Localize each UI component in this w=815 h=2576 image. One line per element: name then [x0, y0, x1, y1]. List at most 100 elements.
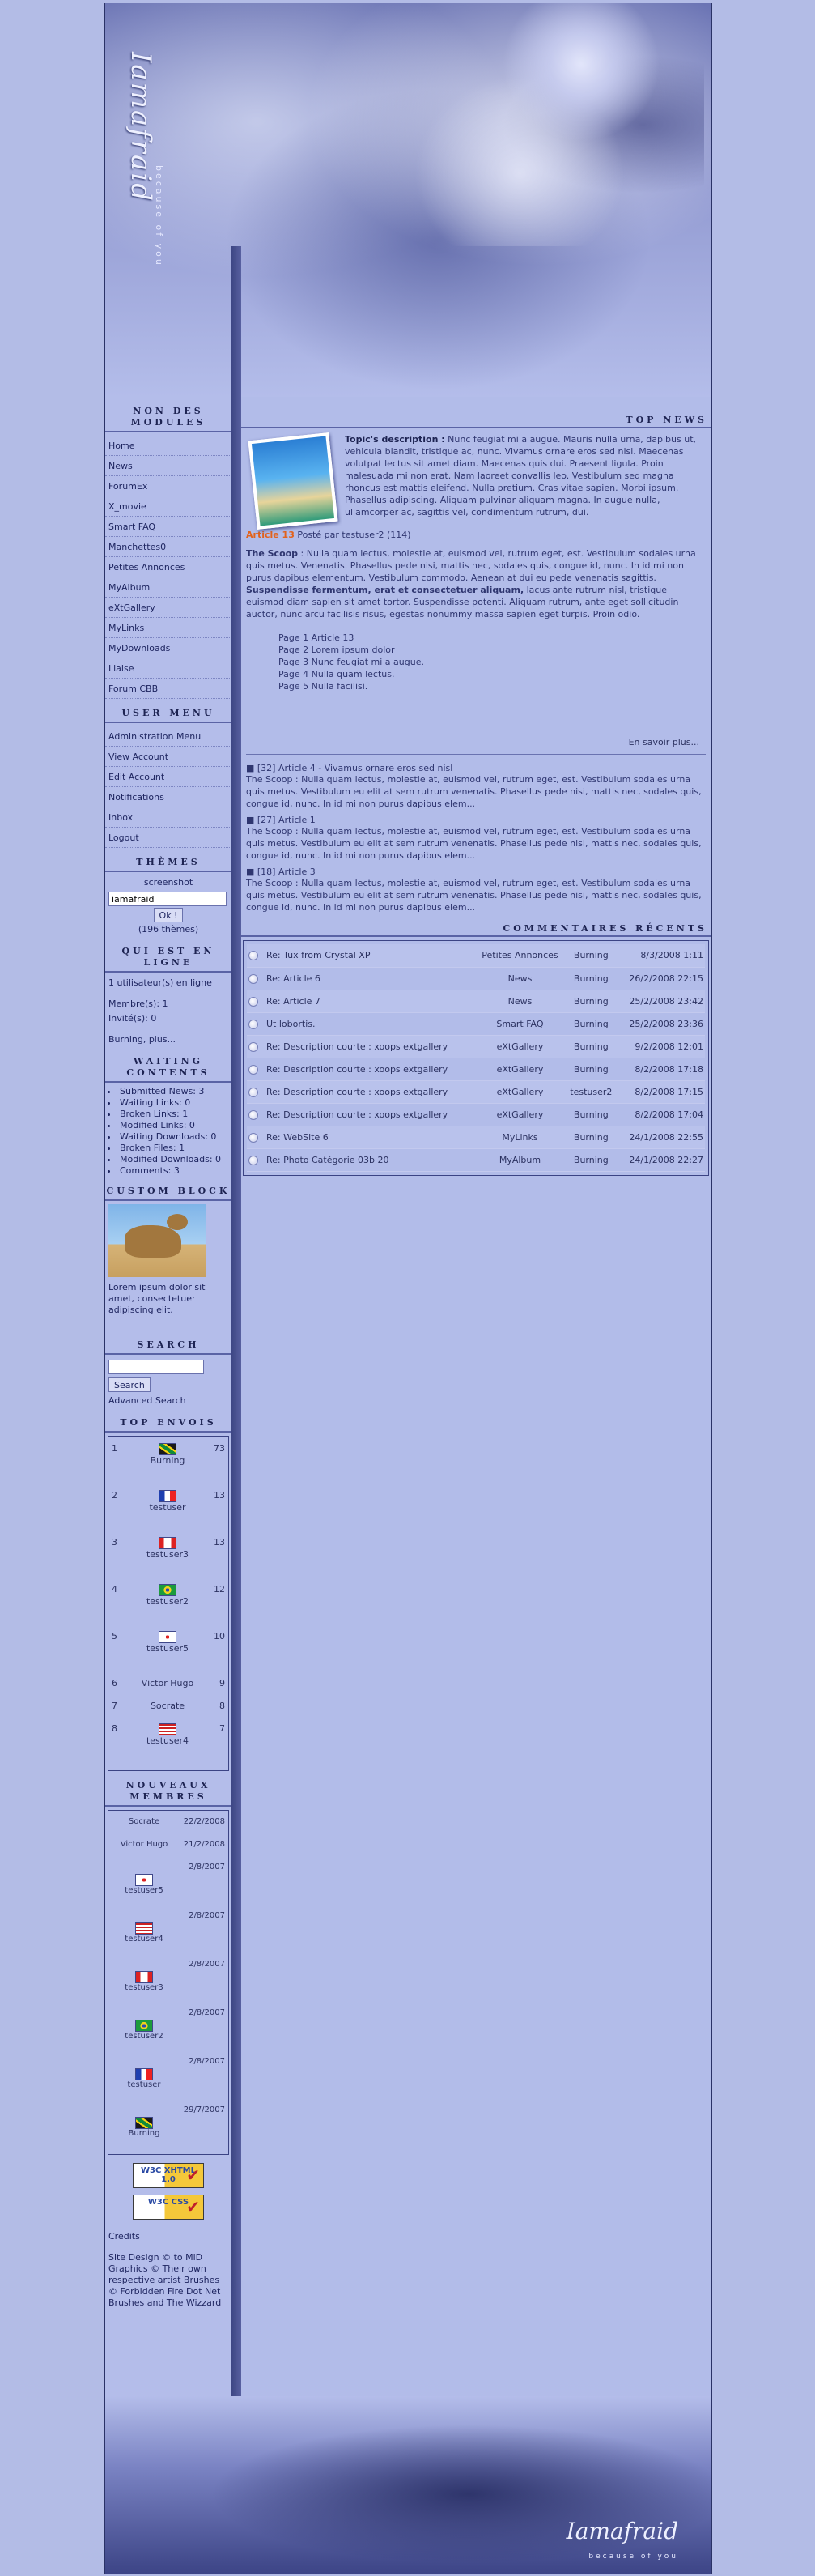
article-page-link[interactable]: Page 1 Article 13: [278, 632, 706, 644]
article-link[interactable]: Article 13: [246, 530, 295, 540]
comment-row[interactable]: Re: Article 7 News Burning 25/2/2008 23:42: [247, 990, 705, 1013]
comment-module[interactable]: Smart FAQ: [474, 1012, 566, 1036]
waiting-item[interactable]: Broken Files: 1: [118, 1143, 231, 1154]
article-summary-title[interactable]: ■ [18] Article 3: [246, 866, 706, 877]
comment-title[interactable]: Re: Description courte : xoops extgaller…: [265, 1058, 475, 1081]
advanced-search-link[interactable]: Advanced Search: [105, 1394, 231, 1408]
comment-user[interactable]: Burning: [565, 944, 618, 968]
article-page-link[interactable]: Page 3 Nunc feugiat mi a augue.: [278, 656, 706, 668]
main-menu-item[interactable]: News: [105, 456, 231, 476]
member-name[interactable]: testuser4: [112, 1935, 176, 1944]
member-name[interactable]: Socrate: [112, 1817, 176, 1826]
main-menu-item[interactable]: MyAlbum: [105, 577, 231, 598]
online-names[interactable]: Burning, plus...: [105, 1033, 231, 1047]
main-menu-item[interactable]: Manchettes0: [105, 537, 231, 557]
comment-module[interactable]: eXtGallery: [474, 1035, 566, 1058]
comment-title[interactable]: Re: Description courte : xoops extgaller…: [265, 1035, 475, 1058]
poster-name[interactable]: testuser2: [126, 1596, 209, 1607]
user-menu-item[interactable]: Edit Account: [105, 767, 231, 787]
main-menu-item[interactable]: Home: [105, 436, 231, 456]
comment-module[interactable]: eXtGallery: [474, 1103, 566, 1126]
article-summary-title-text[interactable]: [32] Article 4 - Vivamus ornare eros sed…: [257, 763, 452, 773]
waiting-item[interactable]: Waiting Links: 0: [118, 1097, 231, 1109]
main-menu-item[interactable]: Forum CBB: [105, 679, 231, 699]
theme-ok-button[interactable]: Ok !: [153, 908, 184, 922]
comment-module[interactable]: eXtGallery: [474, 1080, 566, 1104]
poster-name[interactable]: testuser3: [126, 1549, 209, 1560]
comment-title[interactable]: Re: Article 6: [265, 967, 475, 990]
member-name[interactable]: testuser3: [112, 1983, 176, 1992]
poster-name[interactable]: Burning: [126, 1455, 209, 1466]
article-page-link[interactable]: Page 4 Nulla quam lectus.: [278, 668, 706, 680]
css-valid-badge[interactable]: W3C CSS ✔: [133, 2195, 204, 2220]
site-title[interactable]: Iamafraid: [125, 52, 157, 202]
comment-user[interactable]: Burning: [565, 1035, 618, 1058]
poster-name[interactable]: testuser5: [126, 1643, 209, 1654]
member-name[interactable]: Victor Hugo: [112, 1840, 176, 1849]
comment-module[interactable]: MyLinks: [474, 1126, 566, 1149]
comment-title[interactable]: Re: Description courte : xoops extgaller…: [265, 1080, 475, 1104]
poster-name[interactable]: Victor Hugo: [126, 1678, 209, 1688]
main-menu-item[interactable]: MyLinks: [105, 618, 231, 638]
user-menu-item[interactable]: Inbox: [105, 807, 231, 828]
xhtml-valid-badge[interactable]: W3C XHTML 1.0 ✔: [133, 2163, 204, 2188]
comment-title[interactable]: Re: WebSite 6: [265, 1126, 475, 1149]
main-menu-item[interactable]: Smart FAQ: [105, 517, 231, 537]
member-name[interactable]: testuser: [112, 2080, 176, 2089]
main-menu-item[interactable]: X_movie: [105, 496, 231, 517]
comment-row[interactable]: Re: Description courte : xoops extgaller…: [247, 1035, 705, 1058]
comment-row[interactable]: Re: Article 6 News Burning 26/2/2008 22:15: [247, 967, 705, 990]
comment-user[interactable]: Burning: [565, 1126, 618, 1149]
search-button[interactable]: Search: [108, 1377, 151, 1392]
waiting-item[interactable]: Broken Links: 1: [118, 1109, 231, 1120]
comment-module[interactable]: Petites Annonces: [474, 944, 566, 968]
user-menu-item[interactable]: Administration Menu: [105, 726, 231, 747]
member-name[interactable]: testuser2: [112, 2032, 176, 2041]
comment-title[interactable]: Re: Description courte : xoops extgaller…: [265, 1103, 475, 1126]
read-more-link[interactable]: En savoir plus...: [246, 735, 706, 749]
article-summary-title[interactable]: ■ [32] Article 4 - Vivamus ornare eros s…: [246, 763, 706, 773]
main-menu-item[interactable]: Liaise: [105, 658, 231, 679]
user-menu-item[interactable]: Notifications: [105, 787, 231, 807]
comment-title[interactable]: Ut lobortis.: [265, 1012, 475, 1036]
member-name[interactable]: Burning: [112, 2129, 176, 2138]
article-page-link[interactable]: Page 2 Lorem ipsum dolor: [278, 644, 706, 656]
comment-title[interactable]: Re: Photo Catégorie 03b 20: [265, 1148, 475, 1172]
comment-user[interactable]: Burning: [565, 990, 618, 1013]
comment-row[interactable]: Re: Description courte : xoops extgaller…: [247, 1080, 705, 1104]
user-menu-item[interactable]: Logout: [105, 828, 231, 848]
article-page-link[interactable]: Page 5 Nulla facilisi.: [278, 680, 706, 692]
comment-user[interactable]: Burning: [565, 1148, 618, 1172]
theme-select[interactable]: [108, 892, 227, 906]
main-menu-item[interactable]: eXtGallery: [105, 598, 231, 618]
waiting-item[interactable]: Submitted News: 3: [118, 1086, 231, 1097]
comment-module[interactable]: MyAlbum: [474, 1148, 566, 1172]
waiting-item[interactable]: Waiting Downloads: 0: [118, 1131, 231, 1143]
main-menu-item[interactable]: Petites Annonces: [105, 557, 231, 577]
comment-row[interactable]: Re: Description courte : xoops extgaller…: [247, 1103, 705, 1126]
article-summary-title[interactable]: ■ [27] Article 1: [246, 815, 706, 825]
user-menu-item[interactable]: View Account: [105, 747, 231, 767]
comment-title[interactable]: Re: Tux from Crystal XP: [265, 944, 475, 968]
article-thumbnail[interactable]: [248, 432, 338, 530]
comment-row[interactable]: Re: Photo Catégorie 03b 20 MyAlbum Burning…: [247, 1148, 705, 1172]
main-menu-item[interactable]: ForumEx: [105, 476, 231, 496]
comment-row[interactable]: Re: WebSite 6 MyLinks Burning 24/1/2008 22:…: [247, 1126, 705, 1149]
article-summary-title-text[interactable]: [27] Article 1: [257, 815, 316, 825]
comment-user[interactable]: testuser2: [565, 1080, 618, 1104]
comment-user[interactable]: Burning: [565, 1012, 618, 1036]
comment-title[interactable]: Re: Article 7: [265, 990, 475, 1013]
search-input[interactable]: [108, 1360, 204, 1374]
member-name[interactable]: testuser5: [112, 1886, 176, 1895]
poster-name[interactable]: Socrate: [126, 1701, 209, 1711]
comment-module[interactable]: eXtGallery: [474, 1058, 566, 1081]
poster-name[interactable]: testuser: [126, 1502, 209, 1513]
main-menu-item[interactable]: MyDownloads: [105, 638, 231, 658]
waiting-item[interactable]: Comments: 3: [118, 1165, 231, 1177]
comment-user[interactable]: Burning: [565, 967, 618, 990]
comment-user[interactable]: Burning: [565, 1103, 618, 1126]
comment-module[interactable]: News: [474, 967, 566, 990]
comment-row[interactable]: Ut lobortis. Smart FAQ Burning 25/2/2008 23…: [247, 1012, 705, 1036]
comment-row[interactable]: Re: Description courte : xoops extgaller…: [247, 1058, 705, 1081]
poster-name[interactable]: testuser4: [126, 1735, 209, 1746]
